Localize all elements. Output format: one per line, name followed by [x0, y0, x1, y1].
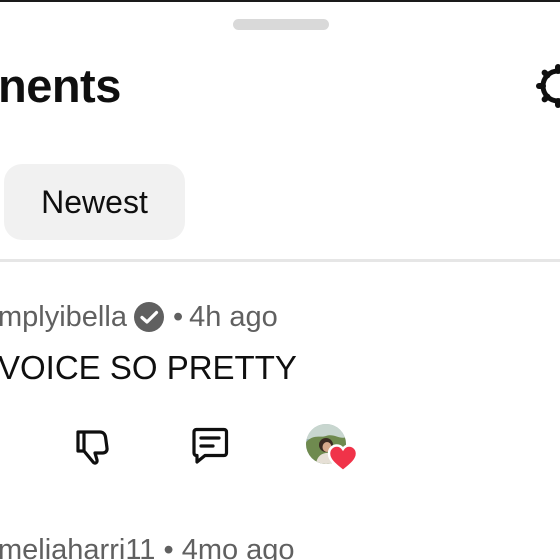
gear-icon[interactable] — [534, 62, 560, 110]
meta-separator: • — [163, 534, 182, 560]
comment-timestamp: 4h ago — [189, 300, 278, 333]
heart-icon — [327, 444, 359, 473]
sort-chip-newest[interactable]: Newest — [4, 164, 185, 240]
top-border — [0, 0, 560, 2]
creator-heart[interactable] — [306, 424, 359, 473]
comment-meta: mplyibella • 4h ago — [0, 296, 278, 338]
panel-title: nents — [0, 59, 121, 112]
meta-separator: • — [172, 300, 184, 333]
comment-author[interactable]: mplyibella — [0, 301, 127, 334]
drag-handle[interactable] — [233, 19, 329, 30]
reply-icon[interactable] — [188, 424, 232, 468]
thumbs-down-icon[interactable] — [70, 424, 114, 468]
comment-timestamp: 4mo ago — [181, 534, 295, 560]
section-divider — [0, 259, 560, 262]
comment-meta: meliaharri11 • 4mo ago — [0, 534, 295, 560]
verified-badge-icon — [133, 302, 164, 332]
comment-text: VOICE SO PRETTY — [0, 349, 297, 386]
comment-author[interactable]: meliaharri11 — [0, 534, 163, 560]
